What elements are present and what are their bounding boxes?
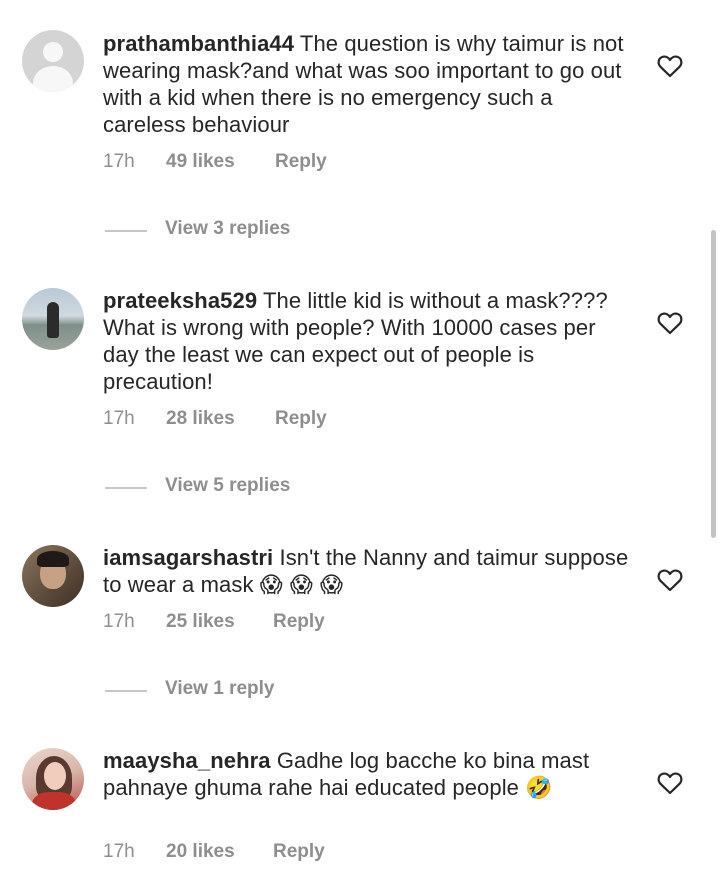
comment-body: iamsagarshastri Isn't the Nanny and taim… (103, 544, 633, 599)
comment-username[interactable]: iamsagarshastri (103, 545, 273, 570)
comment-body: prateeksha529 The little kid is without … (103, 287, 633, 395)
user-avatar[interactable] (22, 748, 84, 810)
comment-body: prathambanthia44 The question is why tai… (103, 30, 633, 138)
comment-username[interactable]: prathambanthia44 (103, 31, 294, 56)
likes-count-link[interactable]: 28 likes (166, 408, 235, 430)
reply-button[interactable]: Reply (273, 611, 325, 633)
comment-timestamp: 17h (103, 841, 135, 862)
reply-button[interactable]: Reply (273, 841, 325, 863)
likes-count-link[interactable]: 25 likes (166, 611, 235, 633)
comment-username[interactable]: prateeksha529 (103, 288, 257, 313)
default-avatar-icon[interactable] (22, 30, 84, 92)
comment-username[interactable]: maaysha_nehra (103, 748, 271, 773)
heart-outline-icon[interactable] (657, 54, 683, 78)
reply-button[interactable]: Reply (275, 151, 327, 173)
replies-divider (105, 230, 147, 232)
heart-outline-icon[interactable] (657, 311, 683, 335)
likes-count-link[interactable]: 49 likes (166, 151, 235, 173)
heart-outline-icon[interactable] (657, 771, 683, 795)
likes-count-link[interactable]: 20 likes (166, 841, 235, 863)
user-avatar[interactable] (22, 288, 84, 350)
scream-emoji-icon: 😱 😱 😱 (259, 573, 344, 598)
view-replies-label[interactable]: View 5 replies (165, 475, 290, 497)
reply-button[interactable]: Reply (275, 408, 327, 430)
replies-divider (105, 487, 147, 489)
rofl-emoji-icon: 🤣 (525, 776, 553, 801)
heart-outline-icon[interactable] (657, 568, 683, 592)
comment-timestamp: 17h (103, 408, 135, 429)
scrollbar[interactable] (711, 230, 716, 538)
replies-divider (105, 690, 147, 692)
comment-timestamp: 17h (103, 611, 135, 632)
user-avatar[interactable] (22, 545, 84, 607)
view-replies-label[interactable]: View 1 reply (165, 678, 275, 700)
comment-body: maaysha_nehra Gadhe log bacche ko bina m… (103, 747, 633, 802)
view-replies-label[interactable]: View 3 replies (165, 218, 290, 240)
comment-timestamp: 17h (103, 151, 135, 172)
